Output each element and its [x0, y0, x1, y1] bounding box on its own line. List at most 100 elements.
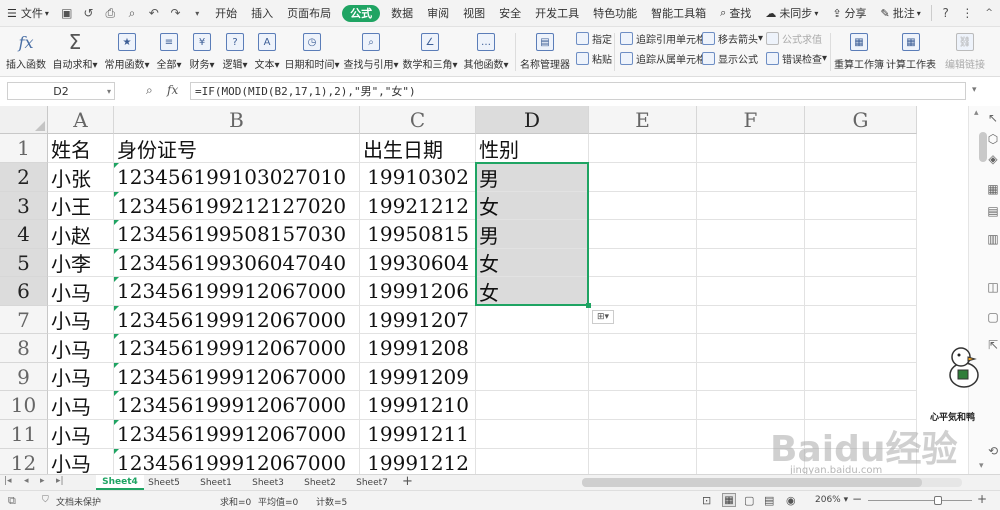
row-header[interactable]: 2: [0, 163, 48, 192]
cell-d1[interactable]: 性别: [476, 134, 589, 163]
cell-d10[interactable]: [476, 391, 589, 420]
cell-a5[interactable]: 小李: [48, 249, 114, 277]
customize-chevron-icon[interactable]: ▾: [186, 0, 208, 27]
common-functions-button[interactable]: ★ 常用函数▾: [104, 27, 150, 77]
print-icon[interactable]: ⎙: [99, 0, 121, 27]
cell-f5[interactable]: [697, 249, 805, 277]
undo-icon[interactable]: ↶: [143, 0, 165, 27]
tab-next-icon[interactable]: ▸: [40, 476, 45, 486]
cell-f9[interactable]: [697, 363, 805, 391]
name-box[interactable]: D2 ▾: [7, 82, 115, 100]
cell-a3[interactable]: 小王: [48, 192, 114, 220]
search-box[interactable]: ⌕ 查找: [713, 0, 758, 27]
zoom-out-icon[interactable]: −: [852, 492, 862, 506]
tab-view[interactable]: 视图: [456, 0, 492, 27]
cell-g7[interactable]: [805, 306, 917, 334]
cell-a12[interactable]: 小马: [48, 449, 114, 474]
name-manager-button[interactable]: ▤ 名称管理器: [520, 27, 570, 77]
row-header[interactable]: 10: [0, 391, 48, 420]
lookup-button[interactable]: ⌕ 查找与引用▾: [343, 27, 399, 77]
sidebar-style-icon[interactable]: ◈: [986, 152, 1000, 166]
normal-view-icon[interactable]: ▦: [722, 493, 736, 507]
sheet-tab-sheet4[interactable]: Sheet4: [96, 475, 144, 490]
recalc-workbook-button[interactable]: ▦ 重算工作簿: [834, 27, 884, 77]
error-check-button[interactable]: 错误检查 ▾: [766, 51, 827, 66]
zoom-slider-thumb[interactable]: [934, 496, 942, 505]
save-icon[interactable]: ▣: [56, 0, 78, 27]
cell-d3[interactable]: 女: [476, 192, 589, 220]
fill-handle[interactable]: [586, 303, 591, 308]
cell-a8[interactable]: 小马: [48, 334, 114, 363]
logic-button[interactable]: ? 逻辑▾: [220, 27, 250, 77]
cell-g5[interactable]: [805, 249, 917, 277]
column-header-b[interactable]: B: [114, 106, 360, 134]
undo-history-icon[interactable]: ↺: [78, 0, 100, 27]
tab-special[interactable]: 特色功能: [586, 0, 644, 27]
fx-icon[interactable]: fx: [167, 83, 178, 97]
cell-e9[interactable]: [589, 363, 697, 391]
fill-options-icon[interactable]: ⊞▾: [592, 310, 614, 324]
cell-a2[interactable]: 小张: [48, 163, 114, 192]
expand-formula-icon[interactable]: ▾: [972, 85, 977, 95]
cell-c1[interactable]: 出生日期: [360, 134, 476, 163]
cell-c8[interactable]: 19991208: [360, 334, 476, 363]
row-header[interactable]: 6: [0, 277, 48, 306]
share-button[interactable]: ⇪ 分享: [825, 0, 873, 27]
cell-a10[interactable]: 小马: [48, 391, 114, 420]
cell-g8[interactable]: [805, 334, 917, 363]
other-functions-button[interactable]: … 其他函数▾: [463, 27, 509, 77]
row-header[interactable]: 4: [0, 220, 48, 249]
cell-e5[interactable]: [589, 249, 697, 277]
cell-c12[interactable]: 19991212: [360, 449, 476, 474]
row-header[interactable]: 9: [0, 363, 48, 391]
cell-g4[interactable]: [805, 220, 917, 249]
sidebar-doc-icon[interactable]: ▢: [986, 310, 1000, 324]
tab-prev-icon[interactable]: ◂: [24, 476, 29, 486]
cell-c2[interactable]: 19910302: [360, 163, 476, 192]
cell-g9[interactable]: [805, 363, 917, 391]
cell-b7[interactable]: 123456199912067000: [114, 306, 360, 334]
cell-b12[interactable]: 123456199912067000: [114, 449, 360, 474]
cell-a6[interactable]: 小马: [48, 277, 114, 306]
tab-formulas[interactable]: 公式: [342, 4, 381, 22]
tab-last-icon[interactable]: ▸|: [56, 476, 64, 486]
define-button[interactable]: 指定: [576, 31, 612, 46]
cell-e4[interactable]: [589, 220, 697, 249]
row-header[interactable]: 5: [0, 249, 48, 277]
zoom-slider-track[interactable]: [868, 500, 972, 501]
cell-a7[interactable]: 小马: [48, 306, 114, 334]
formula-eval-button[interactable]: 公式求值: [766, 31, 822, 46]
sidebar-shape-icon[interactable]: ⬡: [986, 132, 1000, 146]
cell-f1[interactable]: [697, 134, 805, 163]
scroll-up-icon[interactable]: ▴: [974, 108, 979, 118]
cell-b10[interactable]: 123456199912067000: [114, 391, 360, 420]
cell-c10[interactable]: 19991210: [360, 391, 476, 420]
cell-f7[interactable]: [697, 306, 805, 334]
help-icon[interactable]: ?: [935, 0, 957, 27]
all-functions-button[interactable]: ≡ 全部▾: [154, 27, 184, 77]
trace-precedents-button[interactable]: 追踪引用单元格: [620, 31, 706, 46]
eye-protect-icon[interactable]: ⊡: [702, 494, 711, 507]
cell-c4[interactable]: 19950815: [360, 220, 476, 249]
cell-d2[interactable]: 男: [476, 163, 589, 192]
cell-f2[interactable]: [697, 163, 805, 192]
insert-function-button[interactable]: fx 插入函数: [6, 27, 46, 77]
cell-f4[interactable]: [697, 220, 805, 249]
cell-g2[interactable]: [805, 163, 917, 192]
zoom-in-icon[interactable]: +: [977, 492, 987, 506]
cell-d11[interactable]: [476, 420, 589, 449]
cell-b3[interactable]: 123456199212127020: [114, 192, 360, 220]
remove-arrows-button[interactable]: 移去箭头 ▾: [702, 31, 763, 46]
cell-d12[interactable]: [476, 449, 589, 474]
edit-links-button[interactable]: ⛓ 编辑链接: [944, 27, 986, 77]
sidebar-backup-icon[interactable]: ◫: [986, 280, 1000, 294]
show-formula-button[interactable]: 显示公式: [702, 51, 758, 66]
preview-icon[interactable]: ⌕: [121, 0, 143, 27]
cell-f10[interactable]: [697, 391, 805, 420]
cell-b8[interactable]: 123456199912067000: [114, 334, 360, 363]
cell-e6[interactable]: [589, 277, 697, 306]
macro-record-icon[interactable]: ⧉: [8, 494, 16, 508]
cell-a1[interactable]: 姓名: [48, 134, 114, 163]
sheet-tab-sheet7[interactable]: Sheet7: [348, 475, 396, 490]
sync-status[interactable]: ☁ 未同步 ▾: [758, 0, 825, 27]
